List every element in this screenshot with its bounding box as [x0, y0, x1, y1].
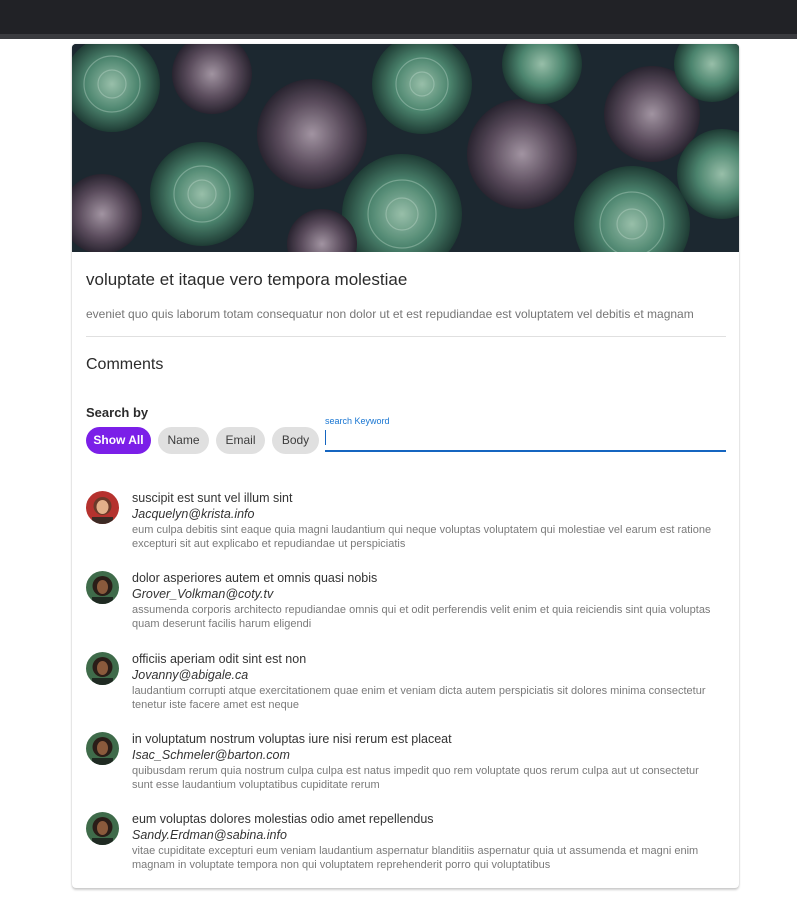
- divider: [86, 336, 726, 337]
- comment-name: eum voluptas dolores molestias odio amet…: [132, 812, 434, 826]
- avatar: [86, 732, 119, 765]
- text-caret: [325, 430, 326, 445]
- filter-chips: Show All Name Email Body: [86, 427, 319, 454]
- post-hero-image: [72, 44, 739, 252]
- comment-name: officiis aperiam odit sint est non: [132, 652, 307, 666]
- avatar: [86, 491, 119, 524]
- post-card: voluptate et itaque vero tempora molesti…: [72, 44, 739, 888]
- comment-body: quibusdam rerum quia nostrum culpa culpa…: [132, 765, 699, 791]
- comment-name: in voluptatum nostrum voluptas iure nisi…: [132, 732, 452, 746]
- comment-email: Sandy.Erdman@sabina.info: [132, 828, 287, 842]
- avatar: [86, 652, 119, 685]
- top-bar-edge: [0, 34, 797, 39]
- comment-email: Isac_Schmeler@barton.com: [132, 748, 290, 762]
- avatar: [86, 571, 119, 604]
- comment-email: Jovanny@abigale.ca: [132, 668, 249, 682]
- avatar: [86, 812, 119, 845]
- comments-heading: Comments: [86, 356, 164, 373]
- filter-chip-email[interactable]: Email: [216, 427, 265, 454]
- comment-body: laudantium corrupti atque exercitationem…: [132, 685, 706, 711]
- comment-body: vitae cupiditate excepturi eum veniam la…: [132, 845, 699, 871]
- comment-email: Grover_Volkman@coty.tv: [132, 587, 274, 601]
- filter-chip-name[interactable]: Name: [158, 427, 209, 454]
- post-body: eveniet quo quis laborum totam consequat…: [86, 307, 694, 321]
- search-keyword-input[interactable]: [325, 428, 726, 452]
- filter-chip-body[interactable]: Body: [272, 427, 319, 454]
- comment-name: dolor asperiores autem et omnis quasi no…: [132, 571, 378, 585]
- post-title: voluptate et itaque vero tempora molesti…: [86, 270, 408, 289]
- filter-chip-show-all[interactable]: Show All: [86, 427, 151, 454]
- search-keyword-label: search Keyword: [325, 416, 390, 426]
- search-by-label: Search by: [86, 405, 149, 420]
- comment-body: eum culpa debitis sint eaque quia magni …: [132, 524, 712, 550]
- comment-email: Jacquelyn@krista.info: [132, 507, 255, 521]
- comment-name: suscipit est sunt vel illum sint: [132, 491, 293, 505]
- comment-body: assumenda corporis architecto repudianda…: [132, 604, 711, 630]
- browser-top-bar: [0, 0, 797, 34]
